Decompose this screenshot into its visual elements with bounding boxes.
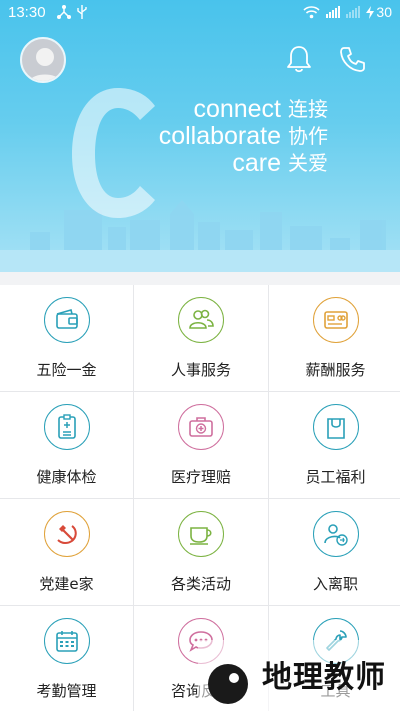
shopping-bag-icon <box>312 404 359 450</box>
slogan-connect-cn: 连接 <box>288 97 328 121</box>
status-bar: 13:30 30 <box>0 0 400 26</box>
phone-icon[interactable] <box>338 44 368 74</box>
service-attendance-label: 考勤管理 <box>36 682 97 700</box>
slogan-care-cn: 关爱 <box>288 151 328 175</box>
wifi-icon <box>303 5 320 18</box>
service-checkup-label: 健康体检 <box>36 468 97 486</box>
user-avatar[interactable] <box>20 37 66 83</box>
service-claims[interactable]: 医疗理赔 <box>134 392 268 498</box>
status-time: 13:30 <box>8 4 46 21</box>
charging-bolt-icon <box>366 5 375 19</box>
app-screen: connect collaborate care 连接 协作 关爱 13:30 <box>0 0 400 711</box>
service-attendance[interactable]: 考勤管理 <box>0 606 133 711</box>
clipboard-icon <box>43 404 90 450</box>
service-salary-label: 薪酬服务 <box>305 361 366 379</box>
bell-icon[interactable] <box>284 44 314 74</box>
usb-icon <box>77 5 87 19</box>
network-share-icon <box>57 5 71 19</box>
wallet-icon <box>43 297 90 343</box>
service-party[interactable]: 党建e家 <box>0 499 133 605</box>
hammer-sickle-icon <box>43 511 90 557</box>
card-icon <box>312 297 359 343</box>
signal-strength-secondary-icon <box>346 6 361 18</box>
service-hr[interactable]: 人事服务 <box>134 285 268 391</box>
battery-level: 30 <box>376 4 392 20</box>
service-welfare[interactable]: 员工福利 <box>269 392 400 498</box>
slogan-collaborate-cn: 协作 <box>288 124 328 148</box>
calendar-icon <box>43 618 90 664</box>
status-right-group: 30 <box>303 4 392 20</box>
header-banner: connect collaborate care 连接 协作 关爱 <box>0 0 400 272</box>
service-activities-label: 各类活动 <box>170 575 231 593</box>
service-salary[interactable]: 薪酬服务 <box>269 285 400 391</box>
slogan-chinese: 连接 协作 关爱 <box>288 96 328 177</box>
battery-indicator: 30 <box>366 4 392 20</box>
avatar-placeholder-icon <box>29 48 61 81</box>
people-icon <box>178 297 224 343</box>
service-onboarding-label: 入离职 <box>312 575 358 593</box>
watermark-text: 地理教师 <box>262 660 386 695</box>
slogan-english: connect collaborate care <box>140 96 281 177</box>
slogan-collaborate: collaborate <box>158 122 281 150</box>
user-exchange-icon <box>312 511 359 557</box>
service-pension-label: 五险一金 <box>36 361 97 379</box>
service-onboarding[interactable]: 入离职 <box>269 499 400 605</box>
service-hr-label: 人事服务 <box>170 361 231 379</box>
coffee-cup-icon <box>178 511 224 557</box>
service-party-label: 党建e家 <box>39 575 94 593</box>
service-pension[interactable]: 五险一金 <box>0 285 133 391</box>
service-checkup[interactable]: 健康体检 <box>0 392 133 498</box>
service-welfare-label: 员工福利 <box>305 468 366 486</box>
slogan-connect: connect <box>193 95 281 123</box>
service-claims-label: 医疗理赔 <box>170 468 231 486</box>
signal-strength-icon <box>326 6 341 18</box>
medical-kit-icon <box>178 404 224 450</box>
slogan-care: care <box>232 149 281 177</box>
service-activities[interactable]: 各类活动 <box>134 499 268 605</box>
